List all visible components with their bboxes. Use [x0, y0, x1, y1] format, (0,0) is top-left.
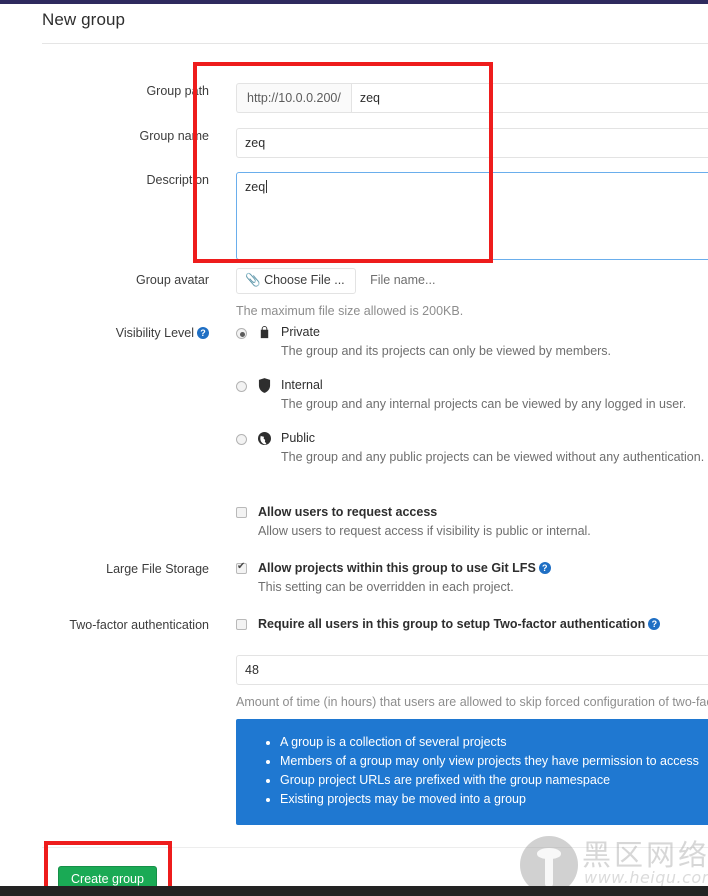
visibility-level-label: Visibility Level?	[0, 325, 209, 341]
form-row-request-access: Allow users to request access Allow user…	[0, 505, 708, 540]
group-name-control	[236, 128, 708, 158]
lfs-checkbox-label: Allow projects within this group to use …	[258, 561, 708, 576]
visibility-public-title: Public	[281, 431, 316, 445]
two-factor-help-icon[interactable]: ?	[648, 618, 661, 630]
watermark-url-text: www.heiqu.com	[584, 868, 708, 887]
list-item: Group project URLs are prefixed with the…	[280, 771, 708, 790]
group-path-input[interactable]	[350, 83, 708, 113]
lfs-desc: This setting can be overridden in each p…	[258, 580, 514, 594]
page-title: New group	[42, 10, 126, 29]
choose-file-button[interactable]: 📎 Choose File ...	[236, 268, 356, 294]
text-caret	[266, 180, 268, 193]
bottom-strip	[0, 886, 708, 896]
two-factor-checkbox-label: Require all users in this group to setup…	[258, 617, 708, 632]
description-textarea[interactable]: zeq	[236, 172, 708, 260]
two-factor-control: Require all users in this group to setup…	[236, 617, 708, 632]
two-factor-label: Two-factor authentication	[69, 618, 209, 632]
group-path-prefix: http://10.0.0.200/	[236, 83, 351, 113]
visibility-internal-desc: The group and any internal projects can …	[281, 397, 687, 411]
visibility-option-public[interactable]: Public The group and any public projects…	[236, 431, 704, 466]
checkbox-two-factor[interactable]	[236, 619, 247, 630]
list-item: Existing projects may be moved into a gr…	[280, 790, 708, 809]
two-factor-checkbox-label-text: Require all users in this group to setup…	[258, 617, 646, 631]
group-name-label: Group name	[139, 129, 209, 143]
info-box-control: A group is a collection of several proje…	[236, 719, 708, 825]
list-item: Members of a group may only view project…	[280, 752, 708, 771]
description-label: Description	[146, 173, 209, 187]
visibility-option-private[interactable]: Private The group and its projects can o…	[236, 325, 704, 360]
checkbox-request-access[interactable]	[236, 507, 247, 518]
avatar-size-help: The maximum file size allowed is 200KB.	[236, 304, 464, 318]
group-name-input[interactable]	[236, 128, 708, 158]
group-path-label: Group path	[146, 84, 209, 98]
request-access-label: Allow users to request access	[258, 505, 438, 519]
visibility-public-desc: The group and any public projects can be…	[281, 450, 705, 464]
lfs-help-icon[interactable]: ?	[538, 562, 551, 574]
group-info-box: A group is a collection of several proje…	[236, 719, 708, 825]
footer-divider	[42, 847, 708, 848]
title-divider	[42, 43, 708, 44]
top-navbar-strip	[0, 0, 708, 4]
checkbox-git-lfs[interactable]	[236, 560, 247, 574]
visibility-private-title: Private	[281, 325, 320, 339]
list-item: A group is a collection of several proje…	[280, 733, 708, 752]
form-row-two-factor: Two-factor authentication Require all us…	[0, 617, 708, 632]
visibility-help-icon[interactable]: ?	[197, 327, 209, 339]
request-access-desc: Allow users to request access if visibil…	[258, 524, 591, 538]
group-avatar-control: 📎 Choose File ... File name... The maxim…	[236, 268, 463, 319]
radio-private[interactable]	[236, 328, 247, 339]
globe-icon	[258, 431, 272, 446]
watermark-cn-text: 黑区网络	[582, 838, 708, 872]
grace-period-help: Amount of time (in hours) that users are…	[236, 695, 708, 709]
description-control: zeq	[236, 172, 708, 260]
visibility-internal-title: Internal	[281, 378, 323, 392]
lfs-label: Large File Storage	[106, 562, 209, 576]
form-row-lfs: Large File Storage Allow projects within…	[0, 560, 708, 596]
new-group-page: New group Group path http://10.0.0.200/ …	[0, 0, 708, 896]
lfs-checkbox-label-text: Allow projects within this group to use …	[258, 561, 536, 575]
grace-period-input[interactable]	[236, 655, 708, 685]
radio-public[interactable]	[236, 434, 247, 445]
grace-period-control: Amount of time (in hours) that users are…	[236, 655, 708, 710]
visibility-private-desc: The group and its projects can only be v…	[281, 344, 612, 358]
request-access-control: Allow users to request access Allow user…	[236, 505, 708, 540]
visibility-option-internal[interactable]: Internal The group and any internal proj…	[236, 378, 704, 413]
paperclip-icon: 📎	[245, 273, 261, 287]
group-path-control: http://10.0.0.200/	[236, 83, 708, 113]
lfs-control: Allow projects within this group to use …	[236, 560, 708, 596]
radio-internal[interactable]	[236, 381, 247, 392]
description-text: zeq	[245, 180, 266, 194]
visibility-level-label-text: Visibility Level	[115, 326, 194, 340]
shield-icon	[258, 378, 272, 393]
visibility-options: Private The group and its projects can o…	[236, 325, 704, 484]
lock-icon	[258, 325, 272, 340]
info-box-list: A group is a collection of several proje…	[246, 733, 708, 809]
group-avatar-label: Group avatar	[136, 273, 209, 287]
choose-file-label: Choose File ...	[264, 273, 345, 287]
file-name-text: File name...	[370, 273, 436, 287]
